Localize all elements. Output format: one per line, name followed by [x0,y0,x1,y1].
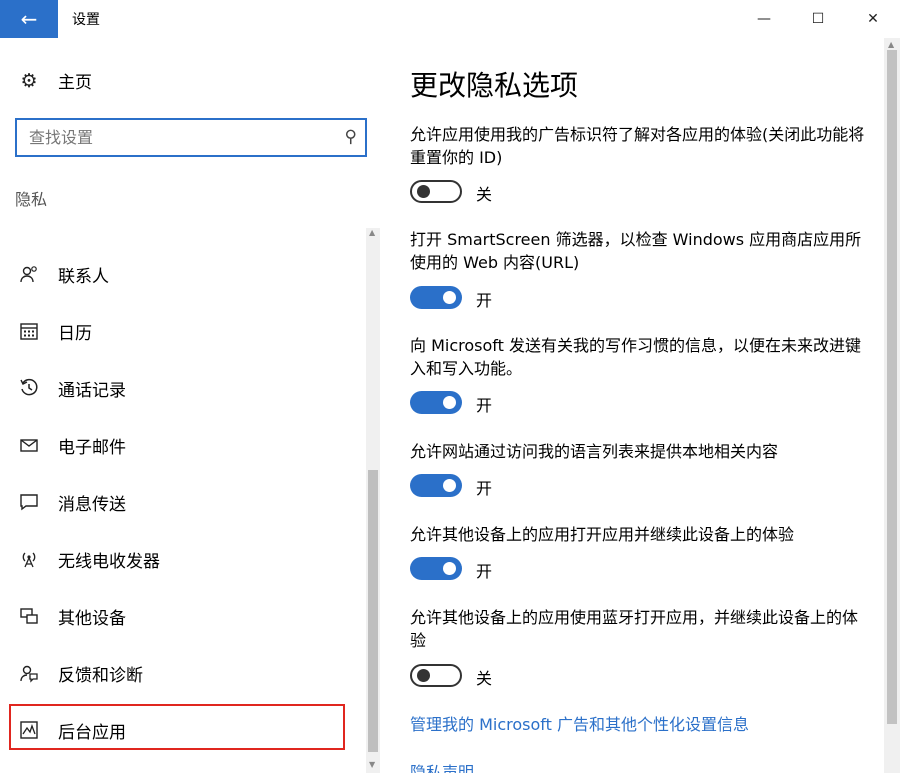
privacy-statement-link[interactable]: 隐私声明 [410,759,474,773]
toggle-state-label: 开 [476,562,493,581]
main-content: 更改隐私选项 允许应用使用我的广告标识符了解对各应用的体验(关闭此功能将重置你的… [382,38,884,773]
scroll-down-arrow-icon[interactable]: ▼ [369,760,375,769]
option-text: 允许其他设备上的应用使用蓝牙打开应用，并继续此设备上的体验 [410,608,859,650]
other-devices-icon [18,605,40,627]
page-title: 更改隐私选项 [410,69,579,102]
scrollbar-thumb[interactable] [368,470,378,752]
sidebar-item-label: 日历 [58,323,92,344]
toggle-switch[interactable] [410,180,462,203]
toggle-knob [417,185,430,198]
toggle-state-label: 开 [476,291,493,310]
toggle-knob [443,291,456,304]
sidebar: ⚙ 主页 ⚲ 隐私 联系人 日历 通话记录 [0,38,382,773]
sidebar-item-contacts[interactable]: 联系人 [0,250,366,298]
toggle-switch[interactable] [410,664,462,687]
scrollbar-thumb[interactable] [887,50,897,724]
close-button[interactable]: ✕ [843,0,900,38]
toggle-switch[interactable] [410,286,462,309]
search-box[interactable]: ⚲ [15,118,367,157]
toggle-switch[interactable] [410,474,462,497]
gear-icon: ⚙ [20,69,38,92]
maximize-button[interactable]: ☐ [788,0,848,38]
toggle-state-label: 关 [476,185,493,204]
home-label: 主页 [58,73,92,93]
toggle-state-label: 开 [476,396,493,415]
window-title: 设置 [72,12,100,28]
feedback-icon [18,662,40,684]
content-scrollbar[interactable]: ▲ [884,38,900,773]
toggle-knob [443,479,456,492]
messaging-icon [18,491,40,513]
call-history-icon [18,377,40,399]
toggle-knob [417,669,430,682]
sidebar-item-label: 联系人 [58,266,109,287]
title-bar: ← 设置 — ☐ ✕ [0,0,900,38]
scroll-up-arrow-icon[interactable]: ▲ [369,228,375,237]
toggle-knob [443,396,456,409]
sidebar-item-label: 无线电收发器 [58,551,160,572]
sidebar-item-call-history[interactable]: 通话记录 [0,364,366,412]
sidebar-item-label: 通话记录 [58,380,126,401]
option-text: 允许网站通过访问我的语言列表来提供本地相关内容 [410,442,779,461]
toggle-state-label: 开 [476,479,493,498]
sidebar-item-other-devices[interactable]: 其他设备 [0,592,366,640]
email-icon [18,434,40,456]
calendar-icon [18,320,40,342]
radios-icon [18,548,40,570]
option-text: 向 Microsoft 发送有关我的写作习惯的信息，以便在未来改进键入和写入功能… [410,336,861,378]
option-text: 允许应用使用我的广告标识符了解对各应用的体验(关闭此功能将重置你的 ID) [410,125,865,167]
back-arrow-icon: ← [20,7,38,31]
sidebar-item-label: 反馈和诊断 [58,665,143,686]
option-text: 允许其他设备上的应用打开应用并继续此设备上的体验 [410,525,795,544]
sidebar-item-radios[interactable]: 无线电收发器 [0,535,366,583]
sidebar-item-label: 消息传送 [58,494,126,515]
sidebar-item-label: 电子邮件 [58,437,126,458]
toggle-state-label: 关 [476,669,493,688]
search-input[interactable] [17,120,317,155]
option-text: 打开 SmartScreen 筛选器，以检查 Windows 应用商店应用所使用… [410,230,862,272]
sidebar-item-calendar[interactable]: 日历 [0,307,366,355]
sidebar-item-email[interactable]: 电子邮件 [0,421,366,469]
sidebar-item-messaging[interactable]: 消息传送 [0,478,366,526]
toggle-switch[interactable] [410,391,462,414]
sidebar-scrollbar[interactable]: ▲ ▼ [366,228,380,773]
back-button[interactable]: ← [0,0,58,38]
selection-highlight [9,704,345,750]
home-link[interactable]: ⚙ 主页 [18,68,92,94]
toggle-switch[interactable] [410,557,462,580]
scroll-up-arrow-icon[interactable]: ▲ [888,40,894,49]
contacts-icon [18,263,40,285]
search-icon[interactable]: ⚲ [345,127,357,147]
sidebar-item-label: 其他设备 [58,608,126,629]
ad-settings-link[interactable]: 管理我的 Microsoft 广告和其他个性化设置信息 [410,711,749,735]
sidebar-item-feedback[interactable]: 反馈和诊断 [0,649,366,697]
minimize-button[interactable]: — [734,0,794,38]
toggle-knob [443,562,456,575]
section-heading: 隐私 [15,190,48,209]
